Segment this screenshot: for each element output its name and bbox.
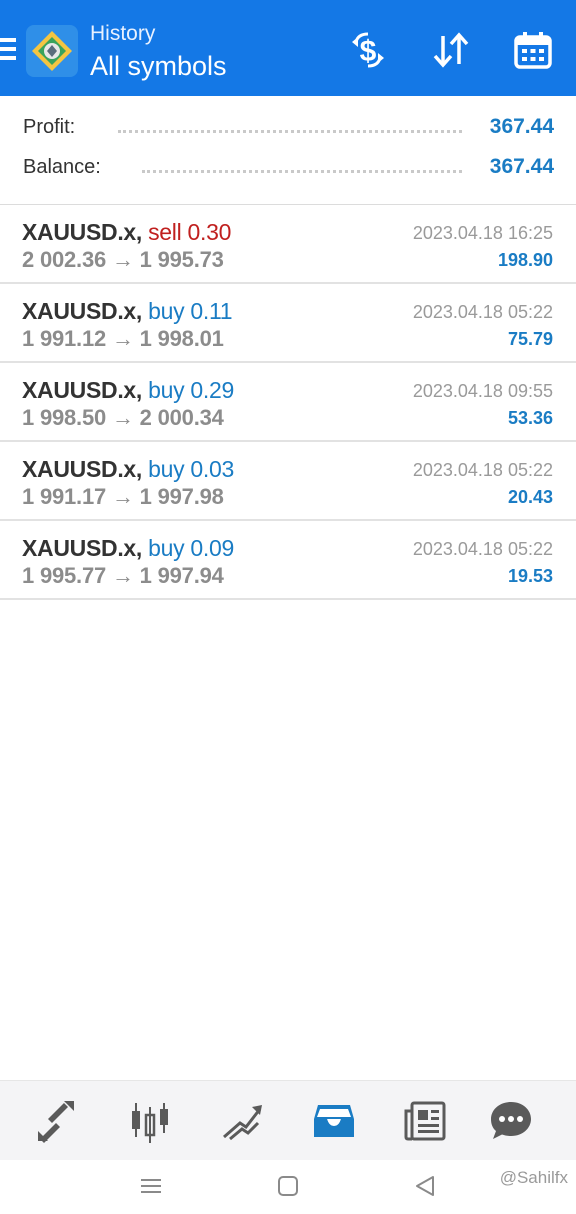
- chart-icon[interactable]: [126, 1097, 174, 1145]
- trade-direction: buy 0.03: [148, 456, 234, 482]
- sort-icon[interactable]: [429, 28, 473, 72]
- trade-direction: buy 0.09: [148, 535, 234, 561]
- news-icon[interactable]: [402, 1097, 450, 1145]
- bottom-navigation: [0, 1080, 576, 1161]
- svg-text:$: $: [360, 35, 377, 68]
- balance-row: Balance: 367.44: [22, 155, 554, 186]
- account-summary: Profit: 367.44 Balance: 367.44: [0, 96, 576, 205]
- system-navigation-bar: @Sahilfx: [0, 1160, 576, 1214]
- trade-row[interactable]: XAUUSD.x, buy 0.29 1 998.50 → 2 000.34 2…: [0, 363, 576, 442]
- trade-row[interactable]: XAUUSD.x, buy 0.03 1 991.17 → 1 997.98 2…: [0, 442, 576, 521]
- trade-symbol: XAUUSD.x, buy 0.09: [22, 535, 234, 561]
- trade-profit: 20.43: [507, 487, 553, 507]
- trade-direction: buy 0.29: [148, 377, 234, 403]
- trade-time: 2023.04.18 16:25: [412, 223, 553, 243]
- back-icon[interactable]: [411, 1172, 439, 1200]
- trade-prices: 1 995.77 → 1 997.94: [22, 563, 224, 588]
- trade-symbol: XAUUSD.x, buy 0.29: [22, 377, 234, 403]
- trade-prices: 1 998.50 → 2 000.34: [22, 405, 224, 430]
- profit-label: Profit:: [23, 116, 76, 138]
- metatrader-logo-icon: [26, 25, 78, 77]
- deposit-dollar-icon[interactable]: $: [346, 28, 390, 72]
- profit-leader-dots: [118, 130, 462, 133]
- history-icon[interactable]: [310, 1097, 358, 1145]
- trade-direction: sell 0.30: [148, 219, 232, 245]
- balance-leader-dots: [142, 170, 462, 173]
- trade-direction: buy 0.11: [148, 298, 233, 324]
- balance-label: Balance:: [23, 156, 101, 178]
- trade-prices: 1 991.17 → 1 997.98: [22, 484, 224, 509]
- trade-row[interactable]: XAUUSD.x, sell 0.30 2 002.36 → 1 995.73 …: [0, 205, 576, 284]
- watermark-text: @Sahilfx: [499, 1168, 568, 1187]
- trade-row[interactable]: XAUUSD.x, buy 0.09 1 995.77 → 1 997.94 2…: [0, 521, 576, 600]
- balance-value: 367.44: [489, 155, 554, 178]
- profit-value: 367.44: [489, 115, 554, 138]
- chat-icon[interactable]: [487, 1097, 535, 1145]
- trade-symbol: XAUUSD.x, sell 0.30: [22, 219, 232, 245]
- app-header: History All symbols $: [0, 0, 576, 96]
- trade-history-list: XAUUSD.x, sell 0.30 2 002.36 → 1 995.73 …: [0, 205, 576, 600]
- trade-prices: 1 991.12 → 1 998.01: [22, 326, 224, 351]
- trade-prices: 2 002.36 → 1 995.73: [22, 247, 224, 272]
- trade-profit: 53.36: [507, 408, 553, 428]
- recent-apps-icon[interactable]: [137, 1172, 165, 1200]
- quotes-icon[interactable]: [34, 1097, 82, 1145]
- header-title[interactable]: All symbols: [90, 51, 227, 82]
- home-icon[interactable]: [274, 1172, 302, 1200]
- trade-icon[interactable]: [218, 1097, 266, 1145]
- trade-time: 2023.04.18 05:22: [412, 539, 553, 559]
- trade-time: 2023.04.18 09:55: [412, 381, 553, 401]
- trade-symbol: XAUUSD.x, buy 0.11: [22, 298, 233, 324]
- trade-symbol: XAUUSD.x, buy 0.03: [22, 456, 234, 482]
- profit-row: Profit: 367.44: [22, 115, 554, 146]
- trade-profit: 198.90: [497, 250, 553, 270]
- trade-row[interactable]: XAUUSD.x, buy 0.11 1 991.12 → 1 998.01 2…: [0, 284, 576, 363]
- calendar-icon[interactable]: [511, 28, 555, 72]
- trade-time: 2023.04.18 05:22: [412, 460, 553, 480]
- trade-profit: 19.53: [507, 566, 553, 586]
- trade-time: 2023.04.18 05:22: [412, 302, 553, 322]
- hamburger-menu-icon[interactable]: [0, 38, 16, 64]
- header-subtitle: History: [90, 22, 156, 45]
- trade-profit: 75.79: [507, 329, 553, 349]
